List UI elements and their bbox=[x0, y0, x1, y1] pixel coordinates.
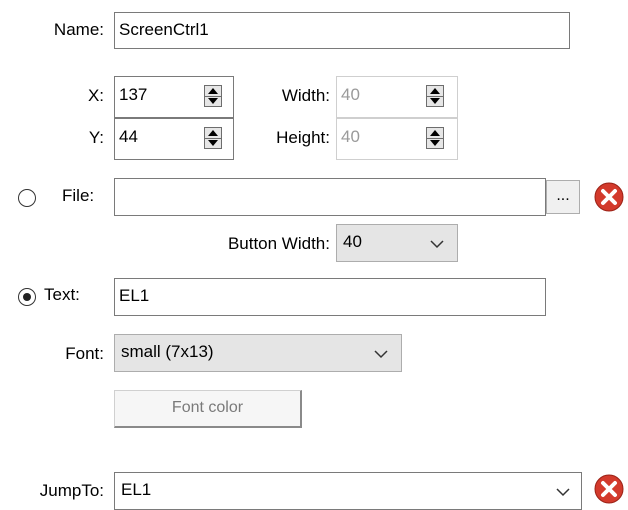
file-radio[interactable] bbox=[18, 189, 36, 207]
file-clear-icon[interactable] bbox=[594, 182, 624, 212]
height-label: Height: bbox=[276, 128, 330, 147]
name-label: Name: bbox=[53, 20, 104, 39]
width-label: Width: bbox=[281, 86, 330, 105]
chevron-down-icon bbox=[556, 488, 570, 497]
font-value: small (7x13) bbox=[121, 342, 214, 361]
chevron-down-icon bbox=[430, 240, 444, 249]
button-width-combo[interactable]: 40 bbox=[336, 224, 458, 262]
x-spin-down-icon[interactable] bbox=[205, 96, 221, 106]
button-width-value: 40 bbox=[343, 232, 362, 251]
text-radio[interactable] bbox=[18, 288, 36, 306]
height-spin-down-icon bbox=[427, 138, 443, 148]
y-spin-down-icon[interactable] bbox=[205, 138, 221, 148]
text-label: Text: bbox=[44, 285, 80, 304]
height-spinner bbox=[426, 127, 444, 149]
file-label: File: bbox=[62, 186, 95, 205]
chevron-down-icon bbox=[374, 350, 388, 359]
font-color-button[interactable]: Font color bbox=[114, 390, 302, 428]
y-label: Y: bbox=[88, 128, 104, 147]
width-spin-down-icon bbox=[427, 96, 443, 106]
jumpto-combo[interactable]: EL1 bbox=[114, 472, 582, 510]
y-spinner[interactable] bbox=[204, 127, 222, 149]
font-combo[interactable]: small (7x13) bbox=[114, 334, 402, 372]
width-spinner bbox=[426, 85, 444, 107]
x-spinner[interactable] bbox=[204, 85, 222, 107]
x-label: X: bbox=[87, 86, 104, 105]
browse-button[interactable]: ... bbox=[546, 180, 580, 214]
jumpto-label: JumpTo: bbox=[39, 481, 104, 500]
jumpto-clear-icon[interactable] bbox=[594, 474, 624, 504]
jumpto-value: EL1 bbox=[121, 480, 152, 499]
text-input[interactable]: EL1 bbox=[114, 278, 546, 316]
button-width-label: Button Width: bbox=[227, 234, 330, 253]
font-label: Font: bbox=[65, 344, 104, 363]
name-input[interactable]: ScreenCtrl1 bbox=[114, 12, 570, 49]
file-input[interactable] bbox=[114, 178, 546, 216]
